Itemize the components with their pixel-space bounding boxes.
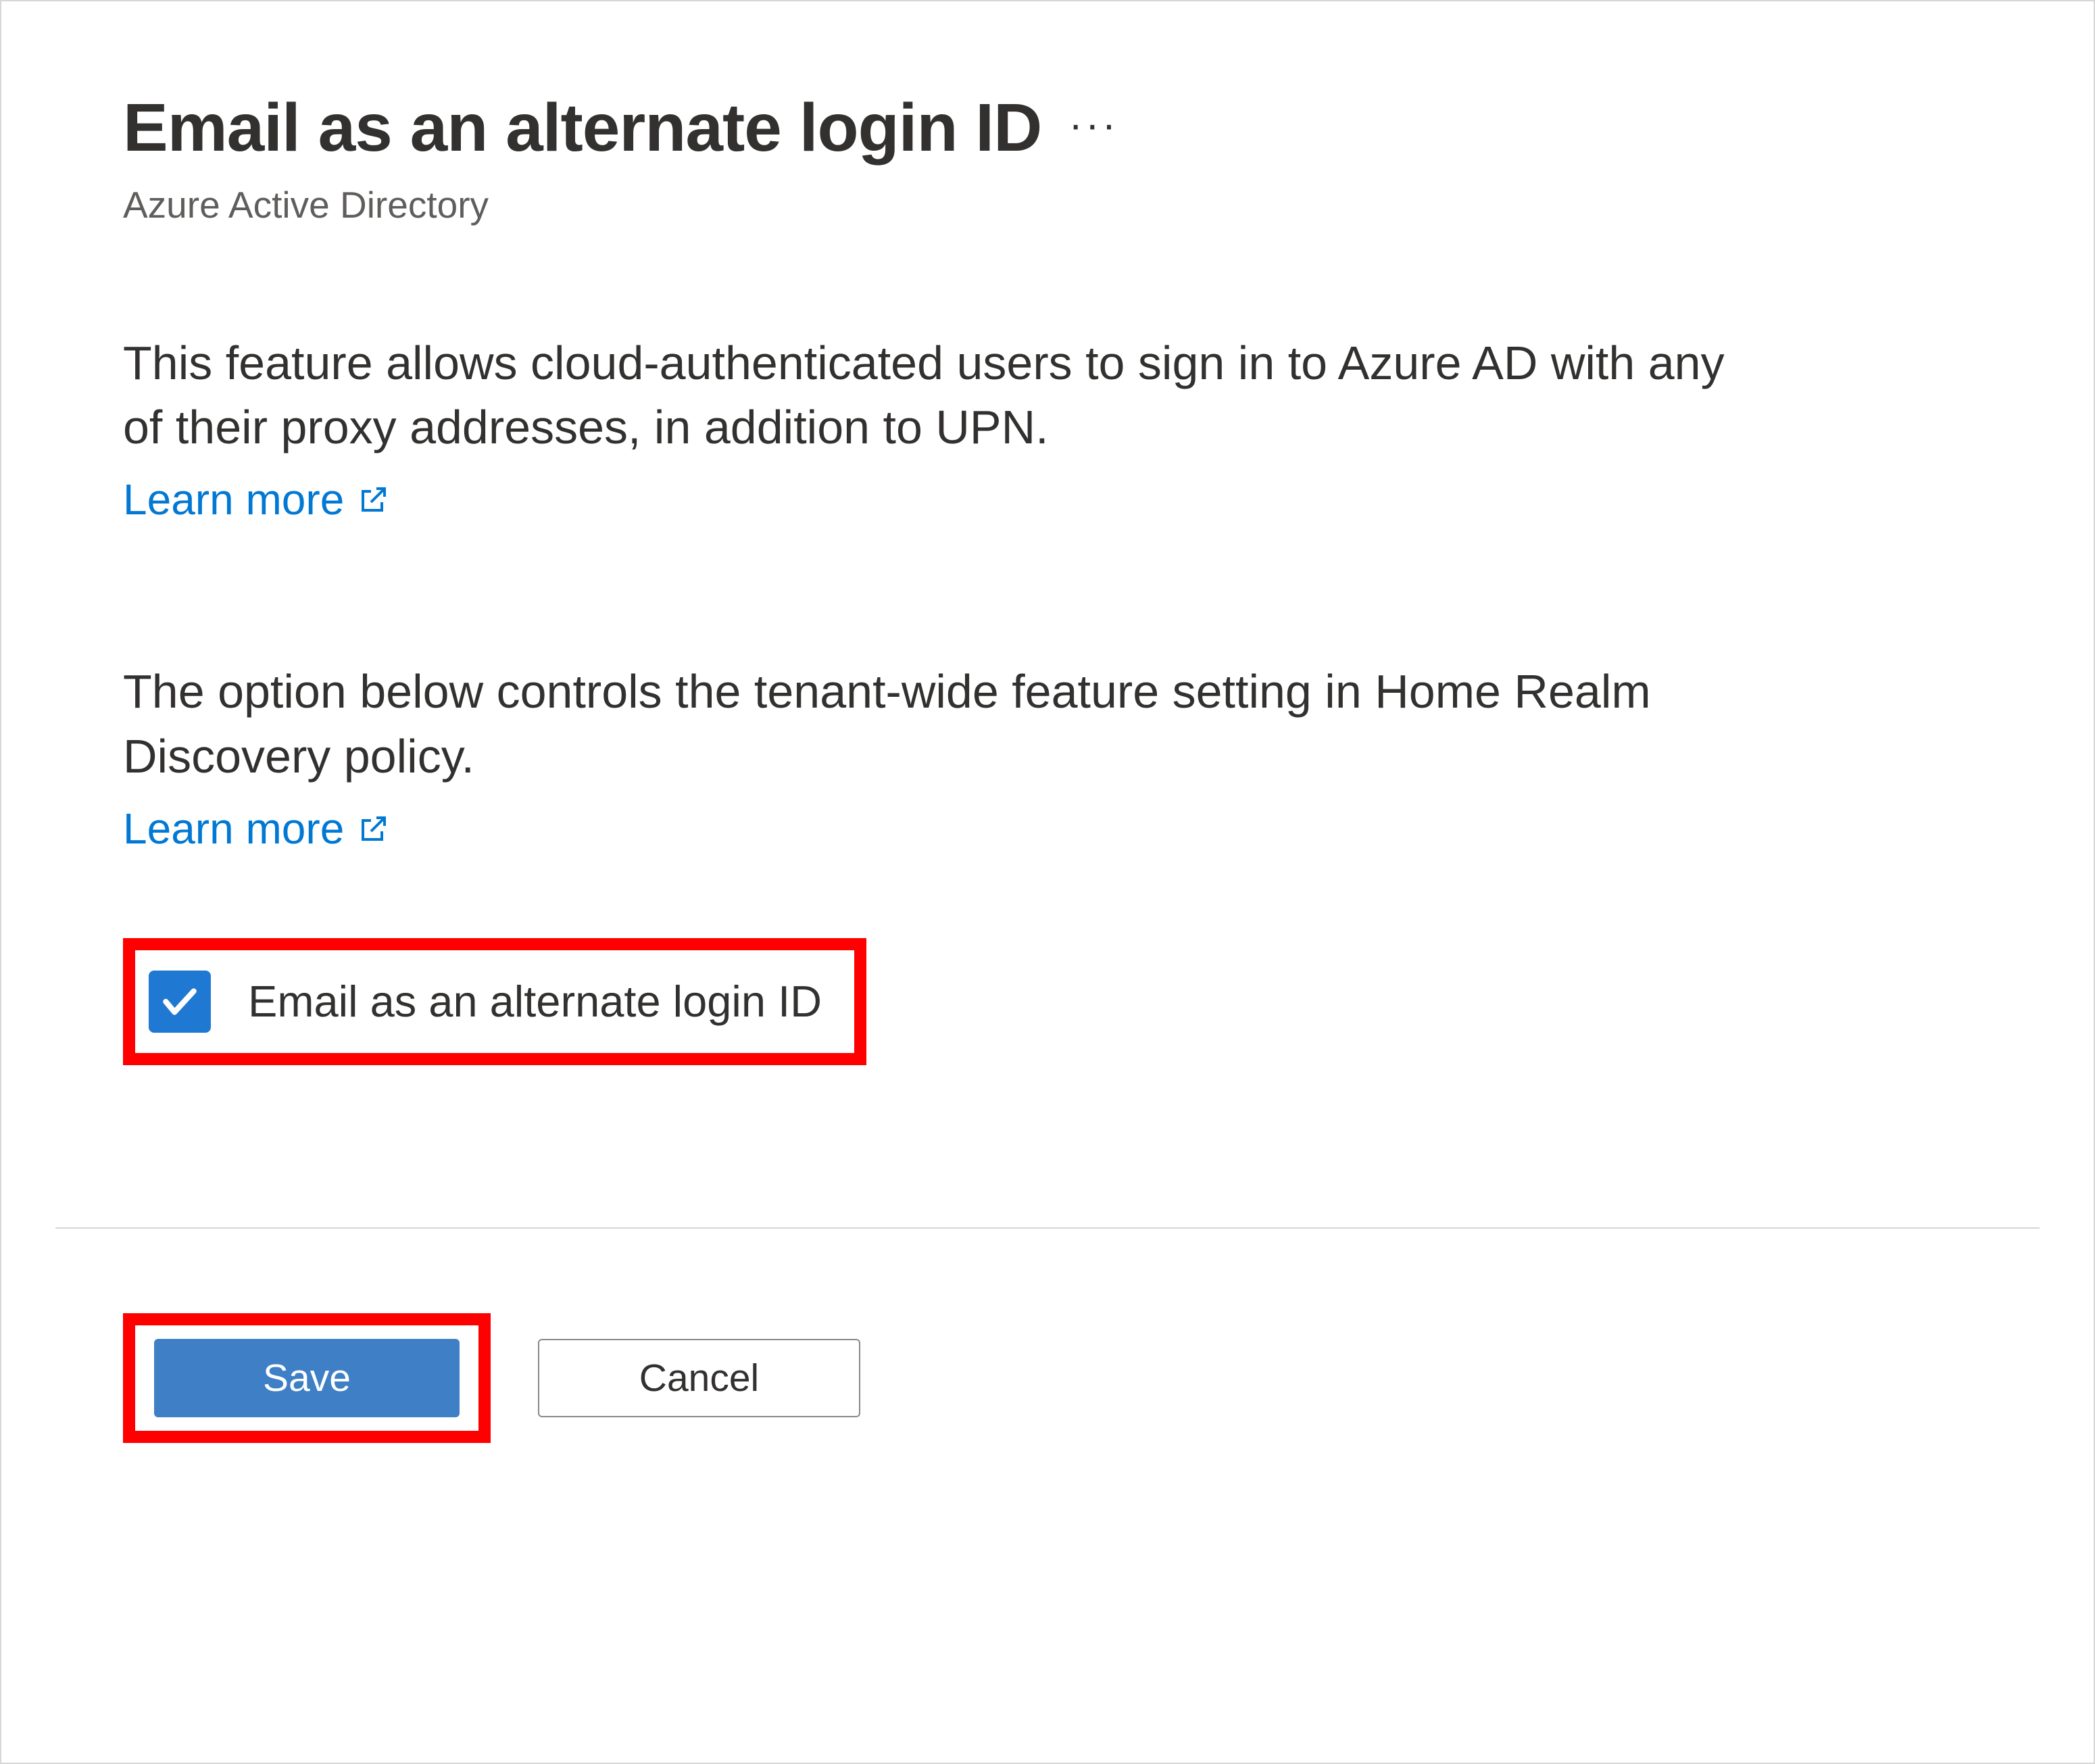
learn-more-label-1: Learn more: [123, 474, 344, 524]
email-alternate-login-checkbox-row: Email as an alternate login ID: [123, 938, 866, 1065]
external-link-icon: [358, 483, 390, 516]
description-text-2: The option below controls the tenant-wid…: [123, 660, 1745, 788]
cancel-button[interactable]: Cancel: [538, 1339, 860, 1417]
learn-more-link-1[interactable]: Learn more: [123, 474, 390, 524]
settings-panel: Email as an alternate login ID ··· Azure…: [0, 0, 2095, 1764]
save-button[interactable]: Save: [154, 1339, 460, 1417]
description-text-1: This feature allows cloud-authenticated …: [123, 331, 1745, 460]
learn-more-link-2[interactable]: Learn more: [123, 804, 390, 854]
learn-more-label-2: Learn more: [123, 804, 344, 854]
panel-header: Email as an alternate login ID ···: [123, 89, 1999, 167]
feature-description-1: This feature allows cloud-authenticated …: [123, 331, 1745, 524]
checkmark-icon: [159, 981, 201, 1023]
feature-description-2: The option below controls the tenant-wid…: [123, 660, 1745, 853]
email-alternate-login-checkbox[interactable]: [149, 971, 211, 1033]
more-icon[interactable]: ···: [1068, 101, 1118, 155]
external-link-icon: [358, 812, 390, 845]
action-button-row: Save Cancel: [123, 1313, 1999, 1443]
divider: [55, 1227, 2040, 1229]
save-highlight-wrapper: Save: [123, 1313, 491, 1443]
checkbox-label: Email as an alternate login ID: [248, 976, 822, 1027]
page-subtitle: Azure Active Directory: [123, 183, 1999, 226]
page-title: Email as an alternate login ID: [123, 89, 1041, 167]
